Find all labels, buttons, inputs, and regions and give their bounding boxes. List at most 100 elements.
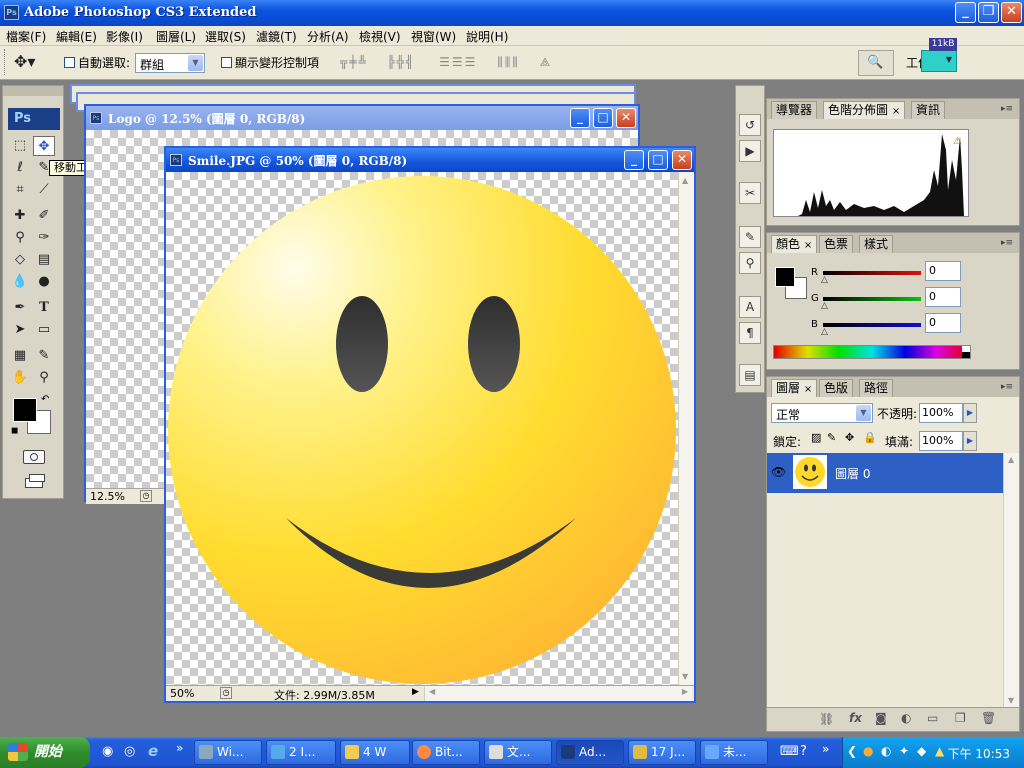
media-player-icon[interactable]: ◎ [124,744,135,759]
eraser-tool-icon[interactable]: ◇ [9,250,31,270]
internet-explorer-icon[interactable]: e [148,742,158,760]
show-desktop-icon[interactable]: ◉ [102,744,113,759]
adjustment-layer-icon[interactable]: ◐ [901,711,911,725]
app-title-bar[interactable]: Ps Adobe Photoshop CS3 Extended _ ❐ ✕ [0,0,1024,26]
language-bar-icon[interactable]: » [822,742,829,756]
scroll-right-icon[interactable]: ▶ [682,687,688,696]
shape-tool-icon[interactable]: ▭ [33,320,55,340]
zoom-level[interactable]: 50% [170,687,194,700]
new-layer-icon[interactable]: ❐ [955,711,966,725]
restore-button[interactable]: ❐ [978,2,999,23]
taskbar-item[interactable]: Wi... [194,740,262,765]
slice-tool-icon[interactable]: ⟋ [33,180,55,200]
distribute-vcenter-icon[interactable]: ☰ [452,55,465,69]
smile-canvas[interactable] [166,172,678,685]
type-tool-icon[interactable]: T [33,298,55,318]
color-foreground-swatch[interactable] [775,267,795,287]
taskbar-item[interactable]: 2 I... [266,740,336,765]
panel-menu-icon[interactable]: ▸≡ [1001,238,1015,248]
color-spectrum-bar[interactable] [773,345,971,359]
menu-select[interactable]: 選取(S) [205,28,246,45]
pen-tool-icon[interactable]: ✒ [9,298,31,318]
history-brush-tool-icon[interactable]: ✑ [33,228,55,248]
gradient-tool-icon[interactable]: ▤ [33,250,55,270]
taskbar-item-photoshop[interactable]: Ad... [556,740,624,765]
channel-r-input[interactable]: 0 [925,261,961,281]
auto-select-checkbox[interactable] [64,57,75,68]
photoshop-app-icon[interactable]: Ps [4,5,19,20]
align-left-icon[interactable]: ╠ [388,55,397,69]
doc-maximize-button[interactable]: □ [648,150,668,170]
move-tool-icon[interactable]: ✥ [33,136,55,156]
lock-image-icon[interactable]: ✎ [827,431,836,444]
taskbar-item[interactable]: 4 W [340,740,410,765]
auto-align-icon[interactable]: ⟁ [540,55,553,69]
screen-mode-icon[interactable] [23,474,47,490]
menu-view[interactable]: 檢視(V) [359,28,401,45]
close-button[interactable]: ✕ [1001,2,1022,23]
brushes-panel-icon[interactable]: ✎ [739,226,761,248]
tray-app-icon[interactable]: ▲ [935,744,944,758]
menu-help[interactable]: 說明(H) [466,28,508,45]
doc-title-bar[interactable]: Ps Smile.JPG @ 50% (圖層 0, RGB/8) _ □ ✕ [166,148,694,172]
close-tab-icon[interactable]: × [804,240,812,251]
start-button[interactable]: 開始 [0,737,90,768]
align-bottom-icon[interactable]: ╩ [358,55,367,69]
zoom-tool-icon[interactable]: ⚲ [33,368,55,388]
marquee-tool-icon[interactable]: ⬚ [9,136,31,156]
taskbar-item[interactable]: 17 J... [628,740,696,765]
layer-comps-panel-icon[interactable]: ▤ [739,364,761,386]
panel-menu-icon[interactable]: ▸≡ [1001,104,1015,114]
lasso-tool-icon[interactable]: ℓ [9,158,31,178]
lock-position-icon[interactable]: ✥ [845,431,854,444]
doc-minimize-button[interactable]: _ [624,150,644,170]
path-selection-tool-icon[interactable]: ➤ [9,320,31,340]
options-grip[interactable] [4,49,7,75]
status-menu-icon[interactable]: ◷ [220,687,232,699]
paragraph-panel-icon[interactable]: ¶ [739,322,761,344]
status-arrow-icon[interactable]: ▶ [412,687,419,697]
horizontal-scrollbar[interactable]: ◀ ▶ [424,686,692,701]
zoom-level[interactable]: 12.5% [90,490,125,503]
taskbar-item[interactable]: 未... [700,740,768,765]
tab-navigator[interactable]: 導覽器 [771,101,818,119]
slider-thumb-icon[interactable]: △ [821,301,828,311]
align-right-icon[interactable]: ╣ [406,55,415,69]
tab-histogram[interactable]: 色階分佈圖 × [823,101,906,119]
menu-edit[interactable]: 編輯(E) [56,28,97,45]
show-transform-checkbox[interactable] [221,57,232,68]
move-tool-preset-icon[interactable]: ✥▾ [14,52,35,71]
swap-colors-icon[interactable]: ↶ [41,394,49,405]
warning-icon[interactable]: ⚠ [953,136,962,147]
tab-channels[interactable]: 色版 [819,379,854,397]
slider-thumb-icon[interactable]: △ [821,275,828,285]
scroll-up-icon[interactable]: ▲ [1008,455,1014,464]
opacity-input[interactable]: 100% [919,403,963,423]
close-tab-icon[interactable]: × [804,384,812,395]
tray-app-icon[interactable]: ◐ [881,744,891,758]
help-icon[interactable]: ? [800,744,807,759]
link-layers-icon[interactable]: ⛓ [819,712,834,726]
trash-icon[interactable]: 🗑 [981,711,996,725]
character-panel-icon[interactable]: A [739,296,761,318]
fill-slider-arrow-icon[interactable]: ▶ [963,431,977,451]
tab-layers[interactable]: 圖層 × [771,379,818,397]
menu-file[interactable]: 檔案(F) [6,28,46,45]
menu-window[interactable]: 視窗(W) [411,28,456,45]
distribute-right-icon[interactable]: ⫼ [512,55,520,69]
quicklaunch-more-icon[interactable]: » [176,741,183,755]
crop-tool-icon[interactable]: ⌗ [9,180,31,200]
vertical-scrollbar[interactable]: ▲ ▼ [678,172,694,685]
lock-all-icon[interactable]: 🔒 [863,431,877,444]
scroll-left-icon[interactable]: ◀ [429,687,435,696]
channel-r-slider[interactable] [823,271,921,275]
fill-input[interactable]: 100% [919,431,963,451]
status-menu-icon[interactable]: ◷ [140,490,152,502]
channel-b-slider[interactable] [823,323,921,327]
menu-layer[interactable]: 圖層(L) [156,28,196,45]
tab-paths[interactable]: 路徑 [859,379,894,397]
doc-title-bar[interactable]: Ps Logo @ 12.5% (圖層 0, RGB/8) _ □ ✕ [86,106,638,130]
channel-g-input[interactable]: 0 [925,287,961,307]
distribute-left-icon[interactable]: ⫼ [497,55,505,69]
channel-b-input[interactable]: 0 [925,313,961,333]
